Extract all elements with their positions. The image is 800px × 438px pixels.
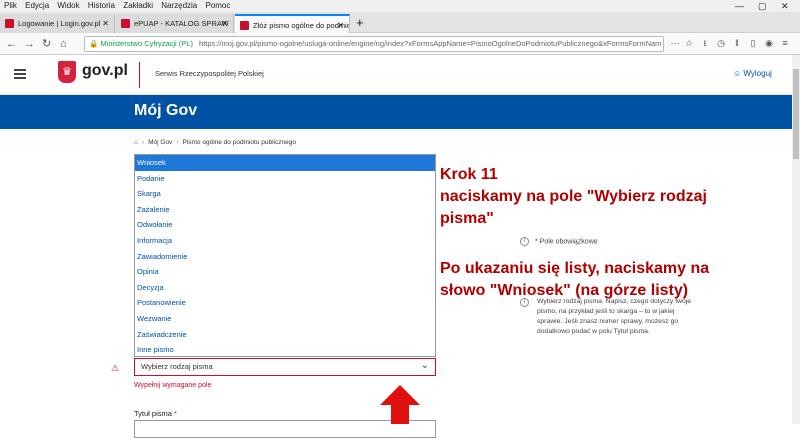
breadcrumb: ⌂ › Mój Gov › Pismo ogólne do podmiotu publi… — [134, 139, 296, 146]
option-zaswiadczenie[interactable]: Zaświadczenie — [135, 327, 435, 343]
browser-menubar: Plik Edycja Widok Historia Zakładki Narz… — [0, 0, 800, 12]
download-icon[interactable]: ⭳ — [700, 38, 710, 49]
hamburger-menu-icon[interactable] — [14, 69, 26, 79]
tab-title: Logowanie | Login.gov.pl — [18, 19, 101, 28]
red-arrow-up-icon — [380, 385, 420, 424]
menu-file[interactable]: Plik — [4, 1, 17, 10]
breadcrumb-item[interactable]: Mój Gov — [148, 139, 172, 146]
title-band: Mój Gov — [0, 95, 792, 129]
user-circle-icon: ☺ — [733, 69, 742, 78]
annotation-line: pisma" — [440, 210, 494, 227]
tab-title: Złóż pismo ogólne do podmiotu — [253, 21, 350, 30]
home-icon[interactable]: ⌂ — [134, 139, 138, 146]
navigation-bar: ← → ↻ ⌂ 🔒 Ministerstwo Cyfryzacji (PL) h… — [0, 33, 800, 55]
info-icon: i — [520, 237, 529, 246]
annotation-step: Krok 11 — [440, 166, 498, 183]
site-header: ♛ gov.pl Serwis Rzeczypospolitej Polskie… — [0, 55, 792, 95]
forward-icon[interactable]: → — [24, 36, 35, 52]
option-skarga[interactable]: Skarga — [135, 186, 435, 202]
close-tab-icon[interactable]: ✕ — [337, 16, 344, 33]
option-odwolanie[interactable]: Odwołanie — [135, 217, 435, 233]
menu-icon[interactable]: ≡ — [780, 38, 790, 49]
page-title: Mój Gov — [134, 102, 198, 119]
favicon-icon — [240, 21, 249, 30]
annotation-line: Po ukazaniu się listy, naciskamy na — [440, 260, 710, 277]
option-decyzja[interactable]: Decyzja — [135, 280, 435, 296]
page-actions-icon[interactable]: ⋯ — [670, 38, 680, 49]
close-tab-icon[interactable]: ✕ — [221, 14, 228, 33]
title-label-text: Tytuł pisma — [134, 409, 172, 418]
validation-error: Wypełnij wymagane pole — [134, 382, 212, 389]
document-type-options[interactable]: Wniosek Podanie Skarga Zażalenie Odwołan… — [134, 154, 436, 357]
history-icon[interactable]: ◷ — [716, 38, 726, 49]
menu-edit[interactable]: Edycja — [25, 1, 49, 10]
favicon-icon — [121, 19, 130, 28]
address-bar[interactable]: 🔒 Ministerstwo Cyfryzacji (PL) https://m… — [84, 36, 664, 52]
breadcrumb-current: Pismo ogólne do podmiotu publicznego — [182, 139, 296, 146]
tab-epuap[interactable]: ePUAP - KATALOG SPRAW ✕ — [116, 14, 234, 33]
brand-logo[interactable]: gov.pl — [82, 62, 128, 80]
option-podanie[interactable]: Podanie — [135, 171, 435, 187]
option-wezwanie[interactable]: Wezwanie — [135, 311, 435, 327]
tab-strip: Logowanie | Login.gov.pl ✕ ePUAP - KATAL… — [0, 12, 800, 33]
select-value: Wybierz rodzaj pisma — [141, 362, 213, 371]
option-postanowienie[interactable]: Postanowienie — [135, 295, 435, 311]
help-text: Wybierz rodzaj pisma. Napisz, czego doty… — [537, 298, 692, 335]
page-scrollbar[interactable] — [792, 55, 800, 424]
close-tab-icon[interactable]: ✕ — [102, 14, 109, 33]
favicon-icon — [5, 19, 14, 28]
chevron-down-icon: ⌄ — [420, 360, 429, 371]
reload-icon[interactable]: ↻ — [42, 36, 51, 52]
back-icon[interactable]: ← — [6, 36, 17, 52]
lock-icon: 🔒 — [89, 39, 99, 48]
sidebar-icon[interactable]: ▯ — [748, 38, 758, 49]
tab-title: ePUAP - KATALOG SPRAW — [134, 19, 229, 28]
option-zazalenie[interactable]: Zażalenie — [135, 202, 435, 218]
new-tab-button[interactable]: + — [356, 13, 364, 32]
library-icon[interactable]: ‖ — [732, 38, 742, 49]
option-opinia[interactable]: Opinia — [135, 264, 435, 280]
warning-icon: ⚠ — [111, 363, 120, 373]
option-inne-pismo[interactable]: Inne pismo — [135, 342, 435, 358]
logout-label: Wyloguj — [743, 69, 772, 78]
tab-pismo[interactable]: Złóż pismo ogólne do podmiotu ✕ — [235, 14, 350, 33]
annotation-line: słowo "Wniosek" (na górze listy) — [440, 282, 689, 299]
home-button-icon[interactable]: ⌂ — [60, 36, 67, 52]
option-wniosek[interactable]: Wniosek — [135, 155, 435, 171]
menu-bookmarks[interactable]: Zakładki — [123, 1, 153, 10]
required-note: i * Pole obowiązkowe — [520, 237, 598, 246]
service-name: Serwis Rzeczypospolitej Polskiej — [155, 69, 264, 78]
maximize-button[interactable]: ▢ — [758, 0, 767, 12]
logout-button[interactable]: ☺ Wyloguj — [733, 69, 772, 78]
close-window-button[interactable]: ✕ — [781, 0, 789, 12]
annotation-line: naciskamy na pole "Wybierz rodzaj — [440, 188, 707, 205]
eagle-emblem-icon: ♛ — [58, 61, 76, 83]
scrollbar-thumb[interactable] — [793, 69, 799, 159]
title-field-label: Tytuł pisma * — [134, 409, 177, 418]
option-zawiadomienie[interactable]: Zawiadomienie — [135, 249, 435, 265]
option-informacja[interactable]: Informacja — [135, 233, 435, 249]
menu-view[interactable]: Widok — [57, 1, 79, 10]
menu-tools[interactable]: Narzędzia — [161, 1, 197, 10]
menu-help[interactable]: Pomoc — [205, 1, 230, 10]
extension-icon[interactable]: ◉ — [764, 38, 774, 49]
minimize-button[interactable]: — — [735, 0, 744, 12]
document-type-select[interactable]: Wybierz rodzaj pisma ⌄ — [134, 358, 436, 376]
tab-login[interactable]: Logowanie | Login.gov.pl ✕ — [0, 14, 115, 33]
required-mark: * — [174, 409, 177, 418]
site-identity[interactable]: Ministerstwo Cyfryzacji (PL) — [100, 39, 193, 48]
required-note-text: * Pole obowiązkowe — [535, 238, 598, 246]
bookmark-star-icon[interactable]: ☆ — [684, 38, 694, 49]
url-text: https://moj.gov.pl/pismo-ogolne/usluga-o… — [199, 39, 662, 48]
menu-history[interactable]: Historia — [88, 1, 115, 10]
header-divider — [139, 62, 140, 88]
